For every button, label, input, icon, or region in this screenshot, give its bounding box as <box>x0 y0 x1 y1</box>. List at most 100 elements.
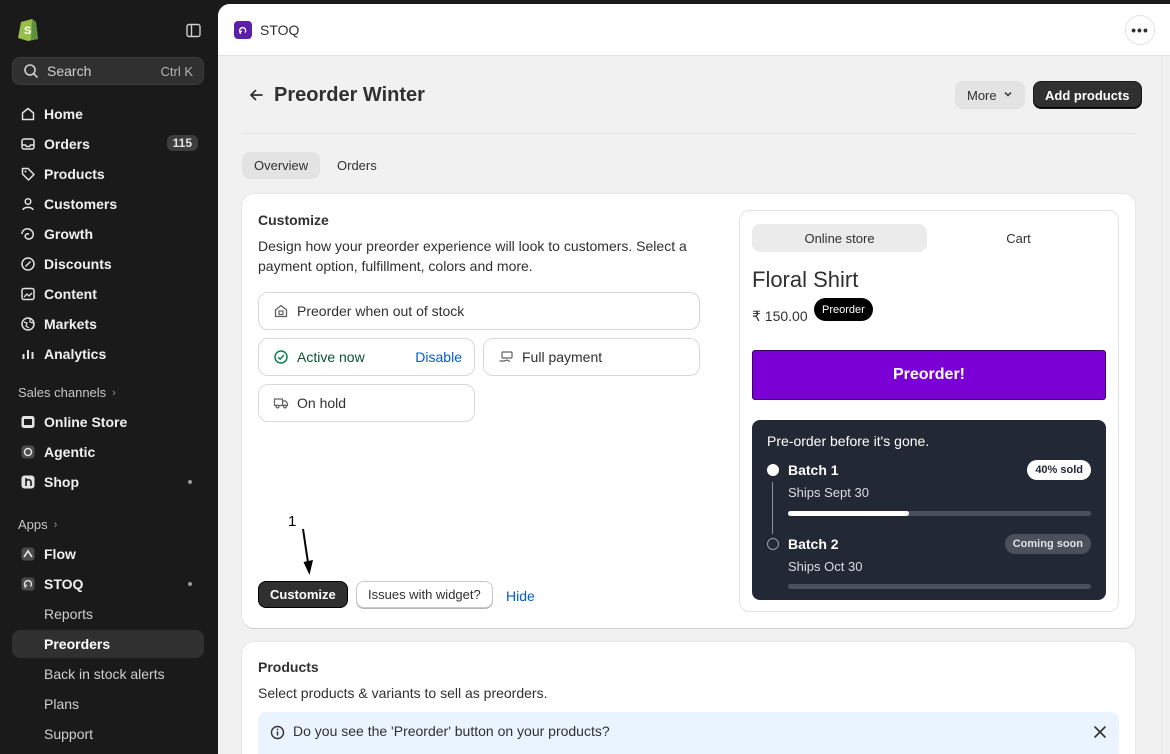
option-label: Preorder when out of stock <box>297 303 465 319</box>
stoq-icon <box>20 576 36 592</box>
sales-channels-label: Sales channels <box>18 385 107 400</box>
hide-link[interactable]: Hide <box>506 588 535 604</box>
banner-text: Do you see the 'Preorder' button on your… <box>293 723 610 739</box>
more-button[interactable]: More <box>955 81 1025 109</box>
sidebar-item-content[interactable]: Content <box>12 280 204 308</box>
scrollbar[interactable] <box>1161 56 1170 754</box>
sidebar-item-label: Customers <box>44 196 118 212</box>
more-actions-button[interactable]: ••• <box>1125 15 1155 45</box>
sidebar-subitem-label: Plans <box>44 696 80 712</box>
batch-2-dot <box>767 538 779 550</box>
search-placeholder: Search <box>47 63 92 79</box>
sidebar-item-online-store[interactable]: Online Store <box>12 408 204 436</box>
sidebar-item-label: Online Store <box>44 414 128 430</box>
sidebar-subitem-back-in-stock[interactable]: Back in stock alerts <box>12 660 204 688</box>
globe-icon <box>20 316 36 332</box>
batch-1-ships: Ships Sept 30 <box>788 485 869 500</box>
sidebar-item-discounts[interactable]: Discounts <box>12 250 204 278</box>
sidebar-item-label: Markets <box>44 316 97 332</box>
option-full-payment[interactable]: Full payment <box>483 338 700 376</box>
sidebar-item-stoq[interactable]: STOQ <box>12 570 204 598</box>
customize-description: Design how your preorder experience will… <box>258 238 687 274</box>
sidebar-item-home[interactable]: Home <box>12 100 204 128</box>
batch-2-tag: Coming soon <box>1004 534 1091 554</box>
batch-2-progress <box>788 584 1091 589</box>
sales-channels-heading[interactable]: Sales channels › <box>18 385 116 400</box>
sidebar-subitem-plans[interactable]: Plans <box>12 690 204 718</box>
sidebar-toggle-icon[interactable] <box>186 23 201 38</box>
sidebar-subitem-support[interactable]: Support <box>12 720 204 748</box>
batch-1-dot <box>767 464 779 476</box>
option-label: Full payment <box>522 349 603 365</box>
tab-overview[interactable]: Overview <box>242 152 321 179</box>
timeline-line <box>772 482 773 534</box>
bar-chart-icon <box>20 346 36 362</box>
preorder-cta-button[interactable]: Preorder! <box>752 350 1106 400</box>
issues-with-widget-button[interactable]: Issues with widget? <box>356 581 493 608</box>
batch-info-box: Pre-order before it's gone. Batch 1 Ship… <box>752 420 1106 600</box>
sidebar-item-label: Content <box>44 286 97 302</box>
option-on-hold[interactable]: On hold <box>258 384 475 422</box>
preview-tab-online-store[interactable]: Online store <box>752 224 927 252</box>
products-title: Products <box>258 659 319 675</box>
home-icon <box>20 106 36 122</box>
add-products-button[interactable]: Add products <box>1033 81 1142 109</box>
sidebar-item-label: Products <box>44 166 105 182</box>
batch-2-name: Batch 2 <box>788 536 839 552</box>
preview-price: ₹ 150.00 <box>752 308 808 324</box>
batch-heading: Pre-order before it's gone. <box>767 433 930 449</box>
back-arrow-icon[interactable] <box>248 87 264 103</box>
close-icon[interactable] <box>1093 725 1107 739</box>
flow-icon <box>20 546 36 562</box>
batch-1-tag: 40% sold <box>1027 460 1091 480</box>
apps-label: Apps <box>18 517 48 532</box>
sidebar-item-label: Home <box>44 106 83 122</box>
sidebar-item-shop[interactable]: Shop <box>12 468 204 496</box>
preview-product-name: Floral Shirt <box>752 267 859 292</box>
shop-icon <box>20 474 36 490</box>
option-preorder-out-of-stock[interactable]: Preorder when out of stock <box>258 292 700 330</box>
option-label: On hold <box>297 395 347 411</box>
sidebar-subitem-preorders[interactable]: Preorders <box>12 630 204 658</box>
sidebar-item-label: Shop <box>44 474 79 490</box>
status-dot <box>188 582 192 586</box>
disable-link[interactable]: Disable <box>415 349 462 365</box>
shopify-logo-icon[interactable]: S <box>17 17 39 41</box>
sidebar-subitem-label: Preorders <box>44 636 111 652</box>
ellipsis-icon: ••• <box>1131 22 1149 38</box>
sidebar-item-flow[interactable]: Flow <box>12 540 204 568</box>
app-name: STOQ <box>260 22 300 38</box>
sidebar-item-customers[interactable]: Customers <box>12 190 204 218</box>
info-icon <box>270 725 285 740</box>
search-shortcut: Ctrl K <box>160 63 194 79</box>
sidebar-item-agentic[interactable]: Agentic <box>12 438 204 466</box>
svg-text:S: S <box>24 25 31 37</box>
sidebar-item-orders[interactable]: Orders 115 <box>12 130 204 158</box>
stoq-logo-icon <box>234 21 252 39</box>
truck-icon <box>273 395 289 411</box>
batch-1-progress-fill <box>788 511 910 516</box>
apps-heading[interactable]: Apps › <box>18 517 57 532</box>
customize-title: Customize <box>258 212 329 228</box>
customize-button[interactable]: Customize <box>258 581 348 608</box>
sidebar-item-markets[interactable]: Markets <box>12 310 204 338</box>
batch-1-name: Batch 1 <box>788 462 839 478</box>
orders-count-badge: 115 <box>166 135 198 151</box>
main-content: STOQ ••• Preorder Winter More Add produc… <box>218 4 1170 754</box>
tag-icon <box>20 166 36 182</box>
preview-tab-cart[interactable]: Cart <box>931 224 1106 252</box>
search-icon <box>23 63 39 79</box>
annotation-arrow-icon <box>302 528 313 575</box>
batch-1-progress <box>788 511 1091 516</box>
search-input[interactable]: Search Ctrl K <box>12 57 204 85</box>
sidebar-item-label: STOQ <box>44 576 84 592</box>
sidebar-subitem-label: Reports <box>44 606 94 622</box>
sidebar-item-analytics[interactable]: Analytics <box>12 340 204 368</box>
sidebar-subitem-reports[interactable]: Reports <box>12 600 204 628</box>
sidebar-item-growth[interactable]: Growth <box>12 220 204 248</box>
tab-orders[interactable]: Orders <box>325 152 389 179</box>
growth-icon <box>20 226 36 242</box>
agentic-icon <box>20 444 36 460</box>
cash-hand-icon <box>498 349 514 365</box>
sidebar-item-products[interactable]: Products <box>12 160 204 188</box>
